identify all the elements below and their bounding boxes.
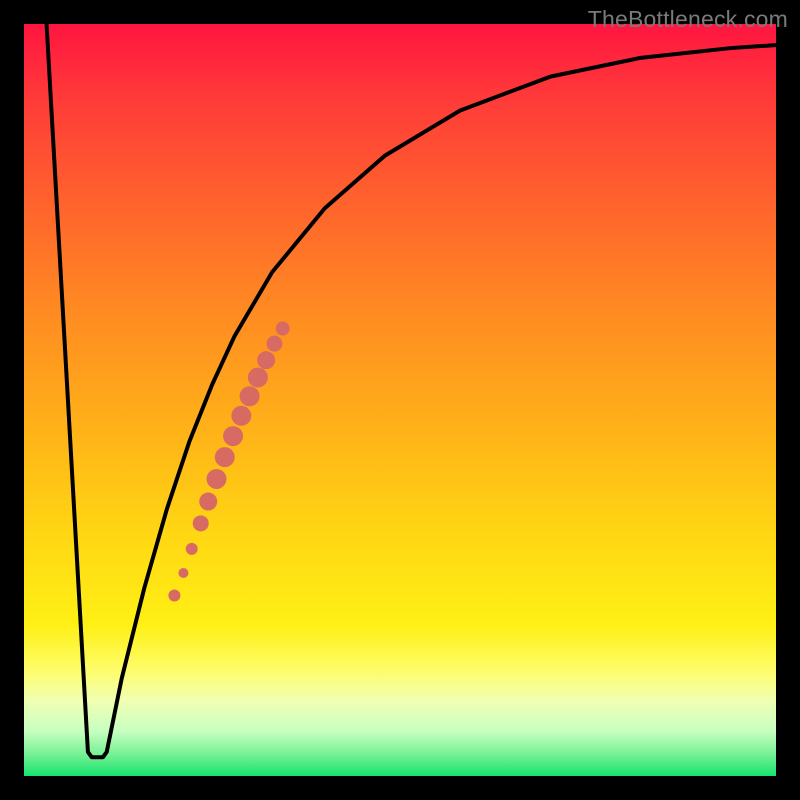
- data-marker: [186, 543, 198, 555]
- plot-area: [24, 24, 776, 776]
- data-marker: [193, 515, 209, 531]
- data-marker: [215, 447, 235, 467]
- chart-canvas: [24, 24, 776, 776]
- data-marker: [276, 322, 290, 336]
- attribution-text: TheBottleneck.com: [588, 6, 788, 33]
- data-marker: [168, 590, 180, 602]
- data-marker: [223, 426, 243, 446]
- data-marker: [207, 469, 227, 489]
- data-marker: [231, 406, 251, 426]
- data-marker: [257, 351, 275, 369]
- chart-frame: [0, 0, 800, 800]
- data-marker: [266, 336, 282, 352]
- data-marker: [248, 367, 268, 387]
- data-marker: [240, 386, 260, 406]
- bottleneck-curve: [47, 24, 776, 757]
- chart-container: TheBottleneck.com: [0, 0, 800, 800]
- data-marker: [178, 568, 188, 578]
- data-marker: [199, 493, 217, 511]
